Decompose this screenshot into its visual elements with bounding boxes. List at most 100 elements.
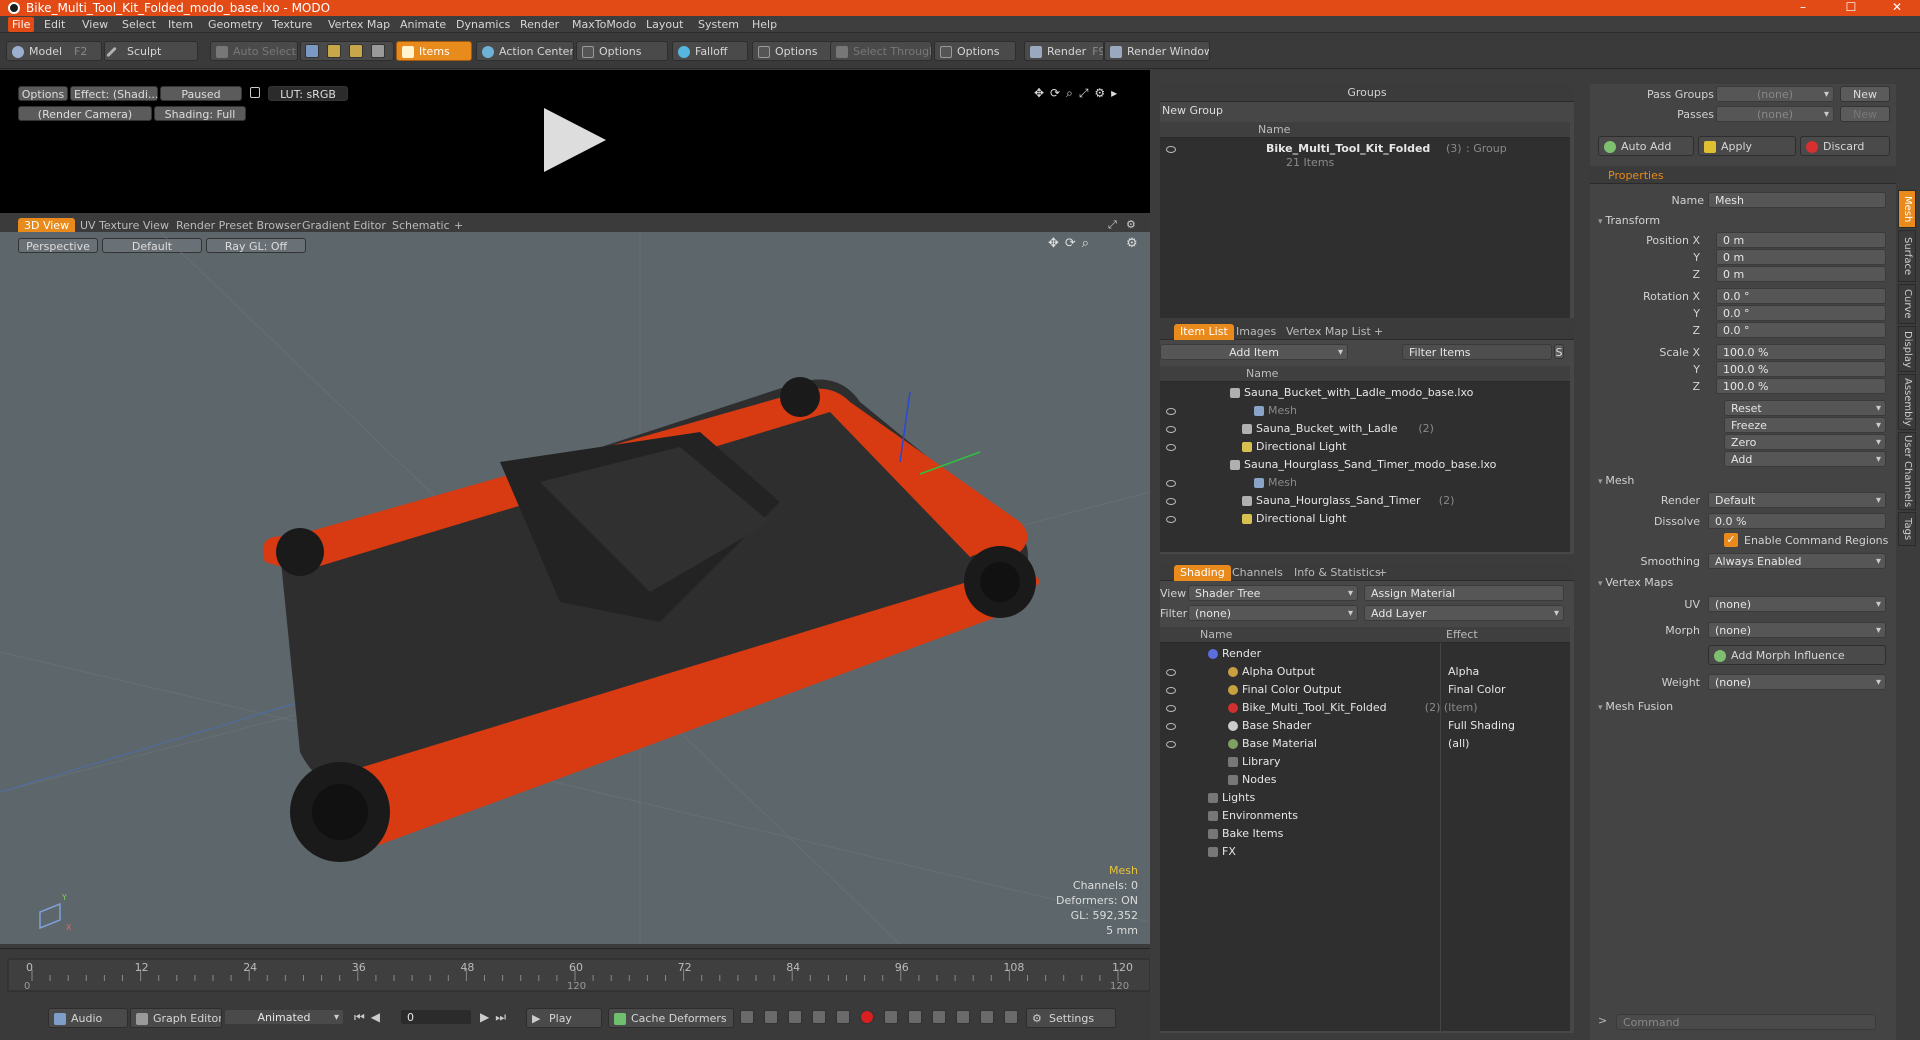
item-list-row[interactable]: Sauna_Hourglass_Sand_Timer (2) — [1160, 492, 1560, 510]
menu-vertex-map[interactable]: Vertex Map — [324, 17, 394, 32]
shader-layer-effect[interactable]: Final Color — [1448, 681, 1506, 699]
play-preview-icon[interactable] — [544, 108, 606, 172]
menu-edit[interactable]: Edit — [40, 17, 69, 32]
close-button[interactable]: ✕ — [1874, 0, 1920, 16]
shader-tree-row[interactable]: Base Material (all) — [1160, 735, 1568, 753]
key-tool-icon[interactable] — [908, 1010, 922, 1024]
shader-layer-effect[interactable]: Full Shading — [1448, 717, 1515, 735]
item-list-row[interactable]: Sauna_Hourglass_Sand_Timer_modo_base.lxo — [1160, 456, 1560, 474]
add-tab-button[interactable]: + — [1372, 565, 1393, 581]
preview-effect-dropdown[interactable]: Effect: (Shadi... — [70, 86, 158, 101]
enable-command-regions-checkbox[interactable]: ✓ — [1724, 533, 1738, 547]
menu-help[interactable]: Help — [748, 17, 781, 32]
visibility-eye-icon[interactable] — [1166, 426, 1176, 433]
rotation-z-input[interactable]: 0.0 ° — [1716, 322, 1886, 338]
polygon-mode-icon[interactable] — [349, 44, 363, 58]
key-tool-icon[interactable] — [740, 1010, 754, 1024]
weight-dropdown[interactable]: (none) — [1708, 674, 1886, 690]
action-center-options-button[interactable]: Options — [576, 41, 668, 61]
visibility-eye-icon[interactable] — [1166, 741, 1176, 748]
menu-render[interactable]: Render — [516, 17, 563, 32]
shader-tree-row[interactable]: Bike_Multi_Tool_Kit_Folded (2) (Item) — [1160, 699, 1568, 717]
material-mode-icon[interactable] — [371, 44, 385, 58]
command-input[interactable]: Command — [1616, 1014, 1876, 1030]
discard-button[interactable]: Discard — [1800, 136, 1890, 156]
item-list-row[interactable]: Mesh — [1160, 402, 1560, 420]
group-row[interactable]: Bike_Multi_Tool_Kit_Folded (3) : Group — [1160, 140, 1560, 158]
side-tab-surface[interactable]: Surface — [1898, 230, 1916, 282]
model-mode-button[interactable]: Model F2 — [6, 41, 102, 61]
render-camera-dropdown[interactable]: (Render Camera) — [18, 106, 152, 121]
menu-system[interactable]: System — [694, 17, 743, 32]
menu-animate[interactable]: Animate — [396, 17, 450, 32]
visibility-eye-icon[interactable] — [1166, 444, 1176, 451]
menu-texture[interactable]: Texture — [268, 17, 316, 32]
render-window-button[interactable]: Render Window — [1104, 41, 1210, 61]
forward-buttons[interactable]: ▶⏭ — [480, 1010, 512, 1025]
apply-button[interactable]: Apply — [1698, 136, 1796, 156]
add-morph-influence-button[interactable]: Add Morph Influence — [1708, 645, 1886, 665]
visibility-eye-icon[interactable] — [1166, 723, 1176, 730]
select-through-button[interactable]: Select Through — [830, 41, 932, 61]
reset-dropdown[interactable]: Reset — [1724, 400, 1886, 416]
uv-dropdown[interactable]: (none) — [1708, 596, 1886, 612]
menu-view[interactable]: View — [78, 17, 112, 32]
visibility-eye-icon[interactable] — [1166, 687, 1176, 694]
menu-select[interactable]: Select — [118, 17, 160, 32]
select-options-button[interactable]: Options — [934, 41, 1016, 61]
shading-filter-dropdown[interactable]: (none) — [1188, 605, 1358, 621]
auto-select-button[interactable]: Auto Select — [210, 41, 298, 61]
side-tab-user-channels[interactable]: User Channels — [1898, 432, 1916, 510]
side-tab-tags[interactable]: Tags — [1898, 512, 1916, 546]
visibility-eye-icon[interactable] — [1166, 498, 1176, 505]
side-tab-mesh[interactable]: Mesh — [1898, 190, 1916, 228]
item-list-row[interactable]: Directional Light — [1160, 510, 1560, 528]
mesh-section[interactable]: Mesh — [1598, 474, 1634, 487]
shader-tree-row[interactable]: Base Shader Full Shading — [1160, 717, 1568, 735]
visibility-eye-icon[interactable] — [1166, 516, 1176, 523]
audio-button[interactable]: Audio — [48, 1008, 128, 1028]
item-list-row[interactable]: Mesh — [1160, 474, 1560, 492]
tab-channels[interactable]: Channels — [1226, 565, 1289, 581]
graph-editor-button[interactable]: Graph Editor — [130, 1008, 222, 1028]
key-tool-icon[interactable] — [884, 1010, 898, 1024]
tab-item-list[interactable]: Item List — [1174, 324, 1234, 340]
new-pass-button[interactable]: New — [1840, 106, 1890, 122]
menu-maxtomodo[interactable]: MaxToModo — [568, 17, 640, 32]
key-tool-icon[interactable] — [788, 1010, 802, 1024]
add-tab-button[interactable]: + — [1368, 324, 1389, 340]
lut-dropdown[interactable]: LUT: sRGB — [268, 86, 348, 101]
name-input[interactable]: Mesh — [1708, 192, 1886, 208]
maximize-button[interactable]: ☐ — [1828, 0, 1874, 16]
vertex-mode-icon[interactable] — [305, 44, 319, 58]
cache-deformers-button[interactable]: Cache Deformers — [608, 1008, 734, 1028]
mesh-fusion-section[interactable]: Mesh Fusion — [1598, 700, 1673, 713]
preview-nav-icons[interactable]: ✥⟳⌕⤢⚙▸ — [1034, 86, 1123, 101]
tab-shading[interactable]: Shading — [1174, 565, 1231, 581]
key-tool-icon[interactable] — [932, 1010, 946, 1024]
preview-options-button[interactable]: Options — [18, 86, 68, 101]
position-z-input[interactable]: 0 m — [1716, 266, 1886, 282]
tab-properties[interactable]: Properties — [1602, 168, 1670, 184]
filter-items-input[interactable]: Filter Items — [1402, 344, 1552, 360]
scale-x-input[interactable]: 100.0 % — [1716, 344, 1886, 360]
shader-tree-row[interactable]: Library — [1160, 753, 1568, 771]
vertex-maps-section[interactable]: Vertex Maps — [1598, 576, 1673, 589]
dissolve-input[interactable]: 0.0 % — [1708, 513, 1886, 529]
key-tools-group[interactable] — [740, 1010, 1030, 1024]
shader-layer-effect[interactable]: Alpha — [1448, 663, 1479, 681]
smoothing-dropdown[interactable]: Always Enabled — [1708, 553, 1886, 569]
record-icon[interactable] — [860, 1010, 874, 1024]
new-group-button[interactable]: New Group — [1162, 104, 1223, 117]
side-tab-assembly[interactable]: Assembly — [1898, 374, 1916, 430]
scale-y-input[interactable]: 100.0 % — [1716, 361, 1886, 377]
3d-viewport[interactable]: Perspective Default Ray GL: Off ✥⟳⌕ ⚙ Y … — [0, 232, 1150, 944]
render-button[interactable]: RenderF9 — [1024, 41, 1104, 61]
visibility-eye-icon[interactable] — [1166, 146, 1176, 153]
key-tool-icon[interactable] — [1004, 1010, 1018, 1024]
menu-dynamics[interactable]: Dynamics — [452, 17, 514, 32]
visibility-eye-icon[interactable] — [1166, 408, 1176, 415]
falloff-button[interactable]: Falloff — [672, 41, 748, 61]
freeze-dropdown[interactable]: Freeze — [1724, 417, 1886, 433]
rotation-x-input[interactable]: 0.0 ° — [1716, 288, 1886, 304]
